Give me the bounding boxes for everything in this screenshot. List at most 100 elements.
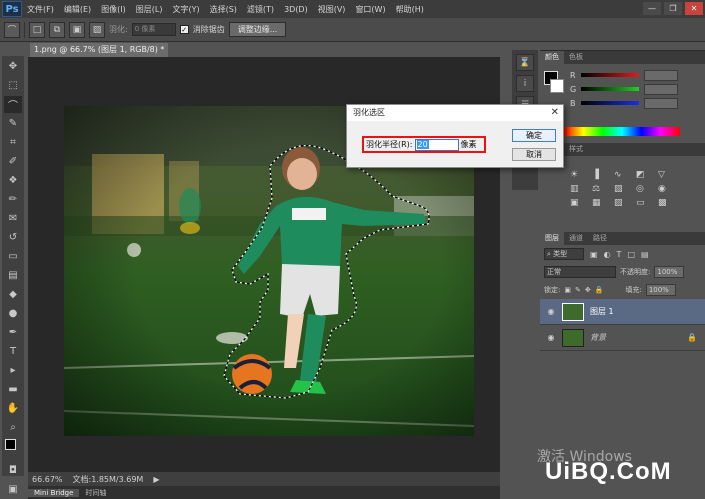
blend-mode-select[interactable]: 正常 xyxy=(544,266,616,278)
type-tool-icon[interactable]: T xyxy=(4,343,22,360)
dodge-tool-icon[interactable]: ● xyxy=(4,305,22,322)
tab-mini-bridge[interactable]: Mini Bridge xyxy=(28,488,80,497)
quick-mask-icon[interactable]: ◘ xyxy=(4,462,22,479)
menu-3d[interactable]: 3D(D) xyxy=(279,5,313,14)
photo-filter-icon[interactable]: ◎ xyxy=(636,184,654,194)
subtract-selection-icon[interactable]: ▣ xyxy=(69,21,85,38)
tab-paths[interactable]: 路径 xyxy=(588,232,612,245)
pen-tool-icon[interactable]: ✒ xyxy=(4,324,22,341)
opacity-input[interactable]: 100% xyxy=(654,266,685,278)
pixel-filter-icon[interactable]: ▣ xyxy=(590,250,598,259)
stamp-tool-icon[interactable]: ✉ xyxy=(4,210,22,227)
threshold-icon[interactable]: ▨ xyxy=(614,198,632,208)
red-slider[interactable] xyxy=(580,73,639,77)
refine-edge-button[interactable]: 调整边缘... xyxy=(228,22,287,37)
vibrance-icon[interactable]: ▽ xyxy=(658,170,676,180)
layer-row[interactable]: ◉ 背景 🔒 xyxy=(540,325,705,351)
menu-select[interactable]: 选择(S) xyxy=(205,4,242,15)
hue-icon[interactable]: ▥ xyxy=(570,184,588,194)
fill-input[interactable]: 100% xyxy=(645,284,676,296)
layer-row[interactable]: ◉ 图层 1 xyxy=(540,299,705,325)
smart-filter-icon[interactable]: ▤ xyxy=(641,250,649,259)
new-selection-icon[interactable]: □ xyxy=(29,21,45,38)
path-select-tool-icon[interactable]: ▸ xyxy=(4,362,22,379)
info-icon[interactable]: i xyxy=(516,75,534,92)
lock-image-icon[interactable]: ✎ xyxy=(575,286,581,294)
tab-color[interactable]: 颜色 xyxy=(540,51,564,64)
mixer-icon[interactable]: ◉ xyxy=(658,184,676,194)
levels-icon[interactable]: ▐ xyxy=(592,170,610,180)
layer-name[interactable]: 图层 1 xyxy=(590,306,614,317)
hand-tool-icon[interactable]: ✋ xyxy=(4,400,22,417)
menu-layer[interactable]: 图层(L) xyxy=(131,4,168,15)
green-slider[interactable] xyxy=(581,87,640,91)
antialias-checkbox[interactable]: ✓ xyxy=(179,25,189,34)
tab-swatches[interactable]: 色板 xyxy=(564,51,588,64)
intersect-selection-icon[interactable]: ▨ xyxy=(89,21,105,38)
restore-button[interactable]: ❐ xyxy=(664,2,682,15)
visibility-eye-icon[interactable]: ◉ xyxy=(540,307,562,316)
menu-type[interactable]: 文字(Y) xyxy=(167,4,204,15)
red-value-field[interactable] xyxy=(643,69,678,81)
lasso-tool-icon[interactable]: ⌒ xyxy=(4,96,22,113)
blur-tool-icon[interactable]: ◆ xyxy=(4,286,22,303)
close-icon[interactable]: ✕ xyxy=(551,105,559,121)
status-arrow-icon[interactable]: ▶ xyxy=(153,475,159,484)
curves-icon[interactable]: ∿ xyxy=(614,170,632,180)
screen-mode-icon[interactable]: ▣ xyxy=(4,481,22,498)
swatch-icon[interactable] xyxy=(4,438,22,460)
background-swatch[interactable] xyxy=(550,79,564,93)
eraser-tool-icon[interactable]: ▭ xyxy=(4,248,22,265)
posterize-icon[interactable]: ▦ xyxy=(592,198,610,208)
tab-styles[interactable]: 样式 xyxy=(564,143,588,156)
blue-value-field[interactable] xyxy=(643,97,678,109)
move-tool-icon[interactable]: ✥ xyxy=(4,58,22,75)
healing-tool-icon[interactable]: ❖ xyxy=(4,172,22,189)
filter-kind-select[interactable]: ⌕ 类型 xyxy=(544,248,584,260)
ok-button[interactable]: 确定 xyxy=(512,129,556,142)
brush-tool-icon[interactable]: ✏ xyxy=(4,191,22,208)
close-button[interactable]: ✕ xyxy=(685,2,703,15)
feather-radius-input[interactable]: 20 xyxy=(414,138,459,151)
tab-channels[interactable]: 通道 xyxy=(564,232,588,245)
lasso-tool-icon[interactable]: ⌒ xyxy=(4,21,20,38)
quick-select-tool-icon[interactable]: ✎ xyxy=(4,115,22,132)
eyedropper-tool-icon[interactable]: ✐ xyxy=(4,153,22,170)
feather-input[interactable]: 0 像素 xyxy=(131,23,176,36)
color-spectrum[interactable] xyxy=(564,127,680,136)
zoom-level[interactable]: 66.67% xyxy=(32,475,63,484)
tab-timeline[interactable]: 时间轴 xyxy=(79,488,112,498)
menu-image[interactable]: 图像(I) xyxy=(96,4,131,15)
menu-filter[interactable]: 滤镜(T) xyxy=(242,4,279,15)
shape-tool-icon[interactable]: ▬ xyxy=(4,381,22,398)
lock-all-icon[interactable]: 🔒 xyxy=(595,286,604,294)
menu-edit[interactable]: 编辑(E) xyxy=(59,4,96,15)
blue-slider[interactable] xyxy=(580,101,639,105)
balance-icon[interactable]: ⚖ xyxy=(592,184,610,194)
lock-pixels-icon[interactable]: ▣ xyxy=(564,286,571,294)
minimize-button[interactable]: — xyxy=(643,2,661,15)
history-brush-icon[interactable]: ↺ xyxy=(4,229,22,246)
shape-filter-icon[interactable]: □ xyxy=(627,250,635,259)
brightness-icon[interactable]: ☀ xyxy=(570,170,588,180)
add-selection-icon[interactable]: ⧉ xyxy=(49,21,65,38)
gradient-map-icon[interactable]: ▭ xyxy=(636,198,654,208)
visibility-eye-icon[interactable]: ◉ xyxy=(540,333,562,342)
lock-position-icon[interactable]: ✥ xyxy=(585,286,591,294)
exposure-icon[interactable]: ◩ xyxy=(636,170,654,180)
cancel-button[interactable]: 取消 xyxy=(512,148,556,161)
menu-view[interactable]: 视图(V) xyxy=(313,4,351,15)
selective-color-icon[interactable]: ▩ xyxy=(658,198,676,208)
zoom-tool-icon[interactable]: ⌕ xyxy=(4,419,22,436)
document-tab[interactable]: 1.png @ 66.7% (图层 1, RGB/8) * × xyxy=(30,43,168,57)
menu-file[interactable]: 文件(F) xyxy=(22,4,59,15)
type-filter-icon[interactable]: T xyxy=(617,250,622,259)
history-icon[interactable]: ⌛ xyxy=(516,54,534,71)
menu-help[interactable]: 帮助(H) xyxy=(391,4,429,15)
bw-icon[interactable]: ▧ xyxy=(614,184,632,194)
adjust-filter-icon[interactable]: ◐ xyxy=(604,250,611,259)
gradient-tool-icon[interactable]: ▤ xyxy=(4,267,22,284)
marquee-tool-icon[interactable]: ⬚ xyxy=(4,77,22,94)
invert-icon[interactable]: ▣ xyxy=(570,198,588,208)
crop-tool-icon[interactable]: ⌗ xyxy=(4,134,22,151)
